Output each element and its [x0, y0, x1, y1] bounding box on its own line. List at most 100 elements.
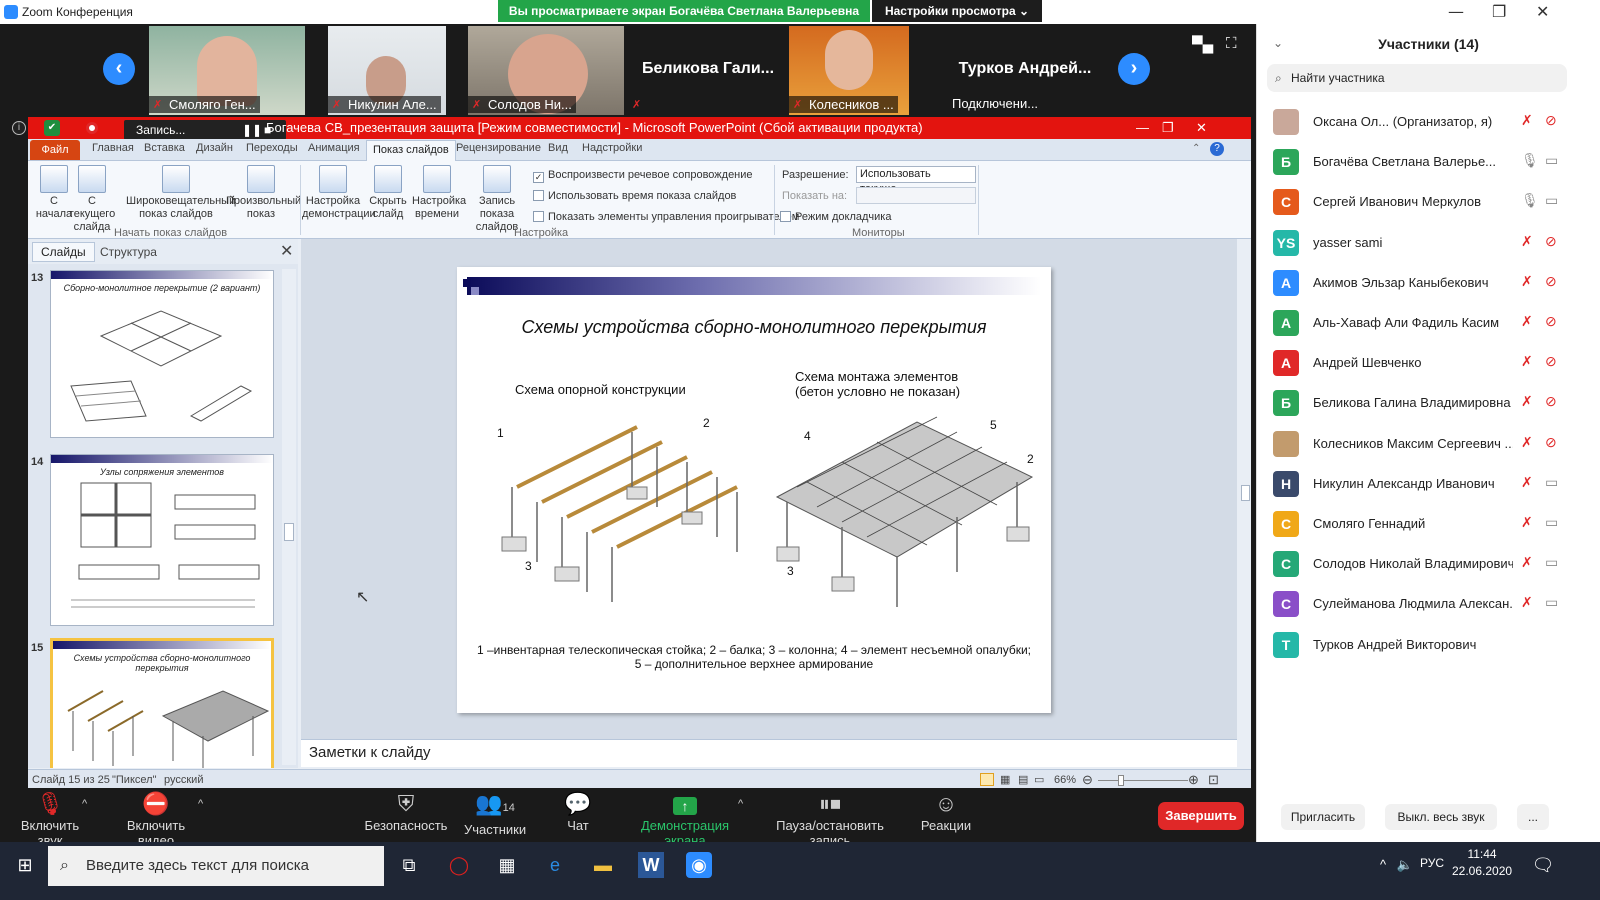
tab-addins[interactable]: Надстройки — [582, 142, 642, 154]
clock[interactable]: 11:44 22.06.2020 — [1452, 846, 1512, 880]
participant-row[interactable]: YS yasser sami ✗ ⊘ — [1257, 223, 1600, 263]
chevron-up-icon[interactable]: ^ — [738, 798, 743, 810]
tab-design[interactable]: Дизайн — [196, 142, 233, 154]
participant-row[interactable]: С Сергей Иванович Меркулов 🎙 ▭ — [1257, 182, 1600, 222]
zoom-in-icon[interactable]: ⊕ — [1188, 772, 1199, 788]
slide-thumbnail[interactable]: Сборно-монолитное перекрытие (2 вариант) — [50, 270, 274, 438]
view-settings-button[interactable]: Настройки просмотра ⌄ — [872, 0, 1042, 22]
tab-insert[interactable]: Вставка — [144, 142, 185, 154]
video-tile[interactable]: ✗ Колесников ... — [789, 26, 909, 115]
video-tile[interactable]: Турков Андрей... Подключени... — [946, 26, 1104, 115]
taskbar-search-input[interactable]: ⌕ Введите здесь текст для поиска — [48, 846, 384, 886]
opera-icon[interactable]: ◯ — [446, 852, 472, 878]
participants-button[interactable]: 👥14 Участники — [464, 790, 526, 837]
participant-row[interactable]: Н Никулин Александр Иванович ✗ ▭ — [1257, 464, 1600, 504]
word-icon[interactable]: W — [638, 852, 664, 878]
windows-start-icon[interactable]: ⊞ — [12, 852, 38, 878]
tab-slideshow[interactable]: Показ слайдов — [366, 140, 456, 161]
slideshow-view-icon[interactable]: ▭ — [1034, 773, 1044, 786]
slides-pane-scrollbar[interactable] — [282, 269, 296, 765]
calculator-icon[interactable]: ▦ — [494, 852, 520, 878]
broadcast-button[interactable]: Широковещательный показ слайдов — [126, 165, 235, 221]
normal-view-icon[interactable] — [980, 773, 994, 786]
minimize-button[interactable]: — — [1448, 2, 1464, 21]
slide-scrollbar[interactable] — [1240, 239, 1251, 739]
zoom-slider-thumb[interactable] — [1118, 775, 1124, 786]
pp-minimize-button[interactable]: — — [1136, 117, 1149, 139]
notifications-icon[interactable]: 🗨 — [1530, 852, 1556, 878]
presenter-view-checkbox[interactable]: Режим докладчика — [780, 211, 891, 223]
security-button[interactable]: ⛨ Безопасность — [364, 790, 448, 833]
chevron-up-icon[interactable]: ^ — [198, 798, 203, 810]
unmute-button[interactable]: 🎙 Включить звук — [8, 790, 92, 848]
file-explorer-icon[interactable]: ▬ — [590, 852, 616, 878]
pp-restore-button[interactable]: ❐ — [1162, 117, 1174, 139]
record-show-button[interactable]: Запись показа слайдов — [464, 165, 530, 234]
participant-row[interactable]: Колесников Максим Сергеевич ... ✗ ⊘ — [1257, 424, 1600, 464]
tab-home[interactable]: Главная — [92, 142, 134, 154]
start-from-current-button[interactable]: С текущего слайда — [64, 165, 120, 234]
speaker-icon[interactable]: 🔈 — [1392, 852, 1418, 878]
fit-to-window-icon[interactable]: ⊡ — [1208, 772, 1219, 788]
video-tile[interactable]: ✗ Беликова Гали... — [630, 26, 786, 115]
tab-slides[interactable]: Слайды — [32, 242, 95, 262]
close-pane-icon[interactable]: ✕ — [280, 241, 293, 261]
custom-show-button[interactable]: Произвольный показ — [226, 165, 301, 221]
info-icon[interactable]: i — [12, 121, 26, 135]
participant-row[interactable]: Т Турков Андрей Викторович — [1257, 625, 1600, 665]
tab-animation[interactable]: Анимация — [308, 142, 360, 154]
close-button[interactable]: ✕ — [1536, 2, 1549, 21]
setup-show-button[interactable]: Настройка демонстрации — [302, 165, 376, 221]
slide-thumbnail[interactable]: Узлы сопряжения элементов — [50, 454, 274, 626]
video-tile[interactable]: ✗ Смоляго Ген... — [149, 26, 305, 115]
participant-row[interactable]: С Сулейманова Людмила Алексан... ✗ ▭ — [1257, 584, 1600, 624]
invite-button[interactable]: Пригласить — [1281, 804, 1365, 830]
zoom-slider[interactable] — [1098, 780, 1188, 781]
end-meeting-button[interactable]: Завершить — [1158, 802, 1244, 830]
video-tile[interactable]: ✗ Никулин Але... — [328, 26, 446, 115]
next-page-button[interactable]: › — [1118, 53, 1150, 85]
prev-page-button[interactable]: ‹ — [103, 53, 135, 85]
hide-slide-button[interactable]: Скрыть слайд — [368, 165, 408, 221]
zoom-app-icon[interactable]: ◉ — [686, 852, 712, 878]
notes-area[interactable]: Заметки к слайду — [301, 739, 1237, 767]
participant-row[interactable]: С Смоляго Геннадий ✗ ▭ — [1257, 504, 1600, 544]
task-view-icon[interactable]: ⧉ — [396, 852, 422, 878]
participant-row[interactable]: Б Богачёва Светлана Валерье... 🎙 ▭ — [1257, 142, 1600, 182]
participant-row[interactable]: Б Беликова Галина Владимировна ✗ ⊘ — [1257, 383, 1600, 423]
video-tile[interactable]: ✗ Солодов Ни... — [468, 26, 624, 115]
participant-row[interactable]: А Андрей Шевченко ✗ ⊘ — [1257, 343, 1600, 383]
more-options-button[interactable]: ... — [1517, 804, 1549, 830]
maximize-button[interactable]: ❐ — [1492, 2, 1506, 21]
zoom-out-icon[interactable]: ⊖ — [1082, 772, 1093, 788]
reading-view-icon[interactable]: ▤ — [1018, 773, 1028, 786]
pause-icon[interactable]: ❚❚ — [242, 120, 262, 140]
use-timings-checkbox[interactable]: Использовать время показа слайдов — [533, 190, 736, 202]
fullscreen-icon[interactable]: ⛶ — [1226, 35, 1237, 52]
participant-search-input[interactable]: ⌕ Найти участника — [1267, 64, 1567, 92]
pp-close-button[interactable]: ✕ — [1196, 117, 1207, 139]
current-slide[interactable]: Схемы устройства сборно-монолитного пере… — [457, 267, 1051, 713]
chevron-up-icon[interactable]: ^ — [82, 798, 87, 810]
tab-outline[interactable]: Структура — [100, 245, 157, 259]
input-language[interactable]: РУС — [1420, 856, 1444, 870]
participant-row[interactable]: С Солодов Николай Владимирович ✗ ▭ — [1257, 544, 1600, 584]
chat-button[interactable]: 💬 Чат — [558, 790, 598, 833]
show-on-select[interactable] — [856, 187, 976, 204]
slide-thumbnail-selected[interactable]: Схемы устройства сборно-монолитного пере… — [50, 638, 274, 768]
participant-row[interactable]: А Аль-Хаваф Али Фадиль Касим ✗ ⊘ — [1257, 303, 1600, 343]
view-mode-icon[interactable]: ▀▄ — [1192, 36, 1213, 53]
share-screen-button[interactable]: ↑ Демонстрация экрана — [622, 790, 748, 848]
participant-row[interactable]: Оксана Ол... (Организатор, я) ✗ ⊘ — [1257, 102, 1600, 142]
tab-file[interactable]: Файл — [30, 140, 80, 160]
tab-view[interactable]: Вид — [548, 142, 568, 154]
pause-stop-recording-button[interactable]: ⏸⏹ Пауза/остановить запись — [758, 790, 902, 848]
resolution-select[interactable]: Использовать текуще... — [856, 166, 976, 195]
tab-transitions[interactable]: Переходы — [246, 142, 298, 154]
zoom-level[interactable]: 66% — [1054, 774, 1076, 786]
reactions-button[interactable]: ☺ Реакции — [918, 790, 974, 833]
mute-all-button[interactable]: Выкл. весь звук — [1385, 804, 1497, 830]
media-controls-checkbox[interactable]: Показать элементы управления проигрывате… — [533, 211, 799, 223]
scroll-thumb[interactable] — [1241, 485, 1250, 501]
tab-review[interactable]: Рецензирование — [456, 142, 541, 154]
